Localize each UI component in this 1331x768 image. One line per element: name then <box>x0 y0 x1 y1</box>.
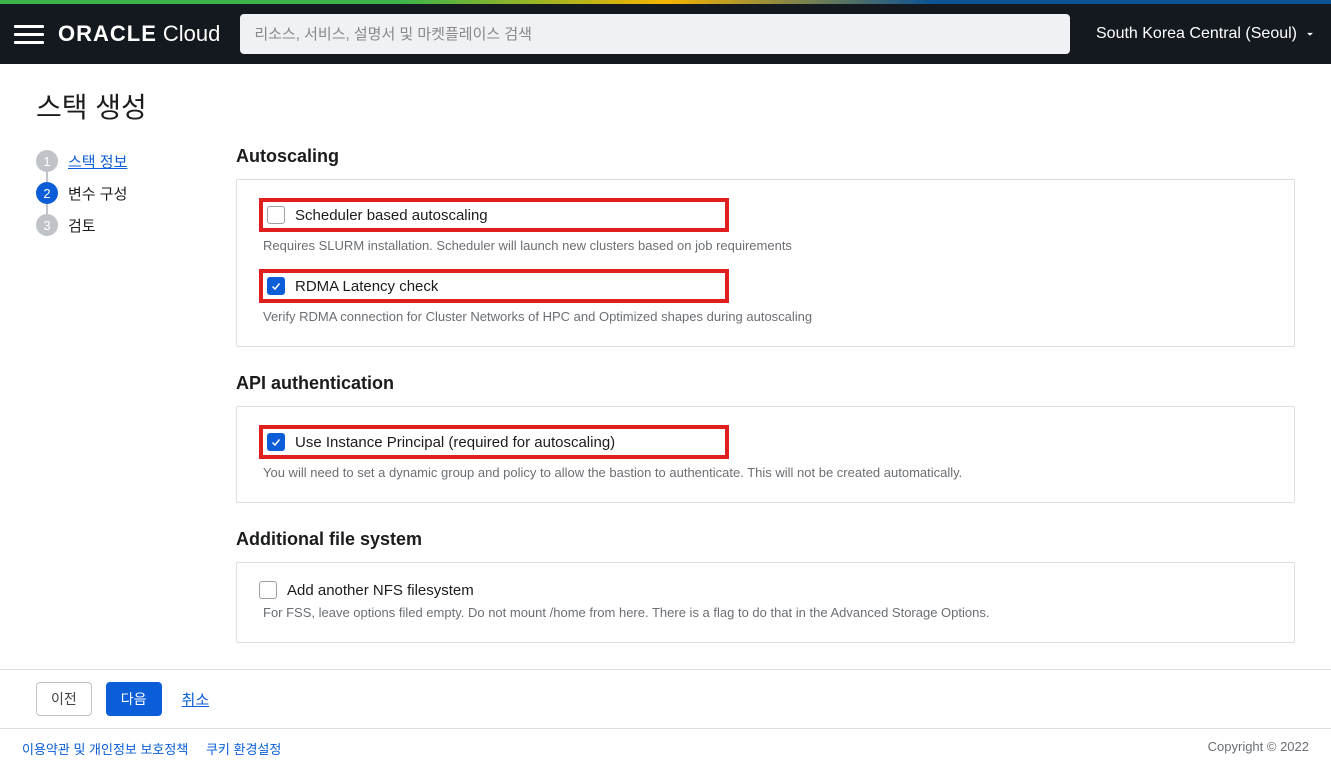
panel-autoscaling: Scheduler based autoscaling Requires SLU… <box>236 179 1295 347</box>
step-number: 2 <box>36 182 58 204</box>
option-description: Requires SLURM installation. Scheduler w… <box>263 238 1272 253</box>
highlight-box: Use Instance Principal (required for aut… <box>259 425 729 459</box>
step-label: 변수 구성 <box>68 183 127 204</box>
cancel-link[interactable]: 취소 <box>182 689 210 710</box>
check-icon <box>270 436 282 448</box>
step-label: 검토 <box>68 215 96 236</box>
oracle-cloud-logo[interactable]: ORACLE Cloud <box>58 21 220 47</box>
option-rdma-latency: RDMA Latency check Verify RDMA connectio… <box>259 269 1272 324</box>
copyright-text: Copyright © 2022 <box>1208 739 1309 758</box>
logo-cloud: Cloud <box>163 21 220 47</box>
chevron-down-icon <box>1303 27 1317 41</box>
step-stack-info[interactable]: 1 스택 정보 <box>36 150 196 172</box>
option-description: Verify RDMA connection for Cluster Netwo… <box>263 309 1272 324</box>
checkbox-scheduler-autoscaling[interactable] <box>267 206 285 224</box>
checkbox-instance-principal[interactable] <box>267 433 285 451</box>
region-selector[interactable]: South Korea Central (Seoul) <box>1096 25 1317 43</box>
footer-links: 이용약관 및 개인정보 보호정책 쿠키 환경설정 <box>22 739 295 758</box>
hamburger-menu-icon[interactable] <box>14 19 44 49</box>
main-area: 1 스택 정보 2 변수 구성 3 검토 Autoscaling Schedul… <box>0 146 1331 669</box>
wizard-buttons: 이전 다음 취소 <box>0 669 1331 728</box>
search-container <box>240 14 1070 54</box>
step-connector <box>46 204 48 214</box>
footer: 이용약관 및 개인정보 보호정책 쿠키 환경설정 Copyright © 202… <box>0 728 1331 768</box>
region-label: South Korea Central (Seoul) <box>1096 25 1297 43</box>
option-description: For FSS, leave options filed empty. Do n… <box>263 605 1272 620</box>
option-label: Scheduler based autoscaling <box>295 207 488 224</box>
terms-link[interactable]: 이용약관 및 개인정보 보호정책 <box>22 742 188 757</box>
panel-api-auth: Use Instance Principal (required for aut… <box>236 406 1295 503</box>
search-input[interactable] <box>240 14 1070 54</box>
highlight-box: RDMA Latency check <box>259 269 729 303</box>
option-description: You will need to set a dynamic group and… <box>263 465 1272 480</box>
panel-additional-fs: Add another NFS filesystem For FSS, leav… <box>236 562 1295 643</box>
section-title-api-auth: API authentication <box>236 373 1295 394</box>
header: ORACLE Cloud South Korea Central (Seoul) <box>0 4 1331 64</box>
option-scheduler-autoscaling: Scheduler based autoscaling Requires SLU… <box>259 198 1272 253</box>
checkbox-add-nfs[interactable] <box>259 581 277 599</box>
previous-button[interactable]: 이전 <box>36 682 92 716</box>
section-title-additional-fs: Additional file system <box>236 529 1295 550</box>
logo-oracle: ORACLE <box>58 21 157 47</box>
option-label: Use Instance Principal (required for aut… <box>295 434 615 451</box>
step-review: 3 검토 <box>36 214 196 236</box>
step-configure-variables: 2 변수 구성 <box>36 182 196 204</box>
step-number: 3 <box>36 214 58 236</box>
section-title-autoscaling: Autoscaling <box>236 146 1295 167</box>
content: Autoscaling Scheduler based autoscaling … <box>236 146 1295 669</box>
next-button[interactable]: 다음 <box>106 682 162 716</box>
option-label: RDMA Latency check <box>295 278 438 295</box>
page-title: 스택 생성 <box>0 64 1331 146</box>
option-add-nfs: Add another NFS filesystem For FSS, leav… <box>259 581 1272 620</box>
option-label: Add another NFS filesystem <box>287 582 474 599</box>
option-instance-principal: Use Instance Principal (required for aut… <box>259 425 1272 480</box>
wizard-steps: 1 스택 정보 2 변수 구성 3 검토 <box>36 146 196 669</box>
step-connector <box>46 172 48 182</box>
step-number: 1 <box>36 150 58 172</box>
step-label: 스택 정보 <box>68 151 127 172</box>
cookies-link[interactable]: 쿠키 환경설정 <box>206 742 281 757</box>
check-icon <box>270 280 282 292</box>
checkbox-rdma-latency[interactable] <box>267 277 285 295</box>
highlight-box: Scheduler based autoscaling <box>259 198 729 232</box>
